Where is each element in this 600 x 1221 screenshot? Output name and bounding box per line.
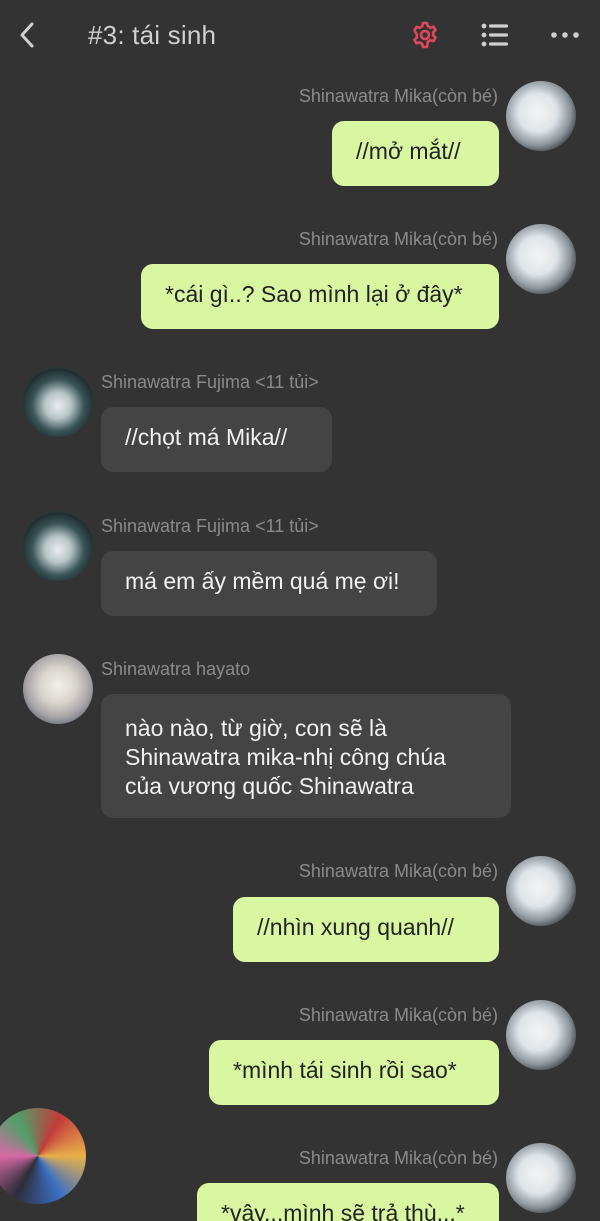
settings-button[interactable]	[406, 16, 444, 54]
message-bubble[interactable]: *vậy...mình sẽ trả thù...*	[197, 1183, 499, 1221]
avatar[interactable]	[506, 1000, 576, 1070]
chat-title: #3: tái sinh	[88, 20, 217, 50]
floating-avatar-button[interactable]	[0, 1108, 86, 1204]
avatar[interactable]	[506, 224, 576, 294]
avatar[interactable]	[506, 81, 576, 151]
message-line: của vương quốc Shinawatra	[125, 773, 414, 799]
avatar[interactable]	[506, 1143, 576, 1213]
more-horizontal-icon	[551, 32, 579, 38]
chat-screen: #3: tái sinh Shinawatra Mika(còn bé) //m…	[0, 0, 600, 1221]
list-button[interactable]	[476, 16, 514, 54]
list-icon	[481, 23, 508, 47]
message-bubble[interactable]: //mở mắt//	[332, 121, 499, 186]
avatar[interactable]	[23, 511, 93, 581]
gear-icon	[413, 21, 437, 49]
message-bubble[interactable]: *cái gì..? Sao mình lại ở đây*	[141, 264, 499, 329]
avatar[interactable]	[23, 367, 93, 437]
message-bubble[interactable]: *mình tái sinh rồi sao*	[209, 1040, 499, 1105]
more-options-button[interactable]	[546, 16, 584, 54]
avatar[interactable]	[506, 856, 576, 926]
avatar[interactable]	[23, 654, 93, 724]
chevron-left-icon	[20, 22, 34, 48]
back-button[interactable]	[10, 16, 44, 54]
sender-name: Shinawatra Fujima <11 tủi>	[101, 372, 319, 392]
sender-name: Shinawatra Mika(còn bé)	[298, 861, 498, 881]
sender-name: Shinawatra Mika(còn bé)	[298, 86, 498, 106]
sender-name: Shinawatra hayato	[101, 659, 251, 679]
message-bubble[interactable]: má em ấy mềm quá mẹ ơi!	[101, 551, 437, 616]
sender-name: Shinawatra Mika(còn bé)	[298, 1148, 498, 1168]
message-bubble[interactable]: //chọt má Mika//	[101, 407, 332, 472]
header-bar: #3: tái sinh	[0, 0, 600, 72]
message-bubble[interactable]: //nhìn xung quanh//	[233, 897, 499, 962]
sender-name: Shinawatra Mika(còn bé)	[298, 229, 498, 249]
message-line: Shinawatra mika-nhị công chúa	[125, 744, 446, 770]
message-bubble[interactable]: nào nào, từ giờ, con sẽ là Shinawatra mi…	[101, 694, 511, 818]
sender-name: Shinawatra Mika(còn bé)	[298, 1005, 498, 1025]
sender-name: Shinawatra Fujima <11 tủi>	[101, 516, 319, 536]
message-line: nào nào, từ giờ, con sẽ là	[125, 715, 387, 741]
